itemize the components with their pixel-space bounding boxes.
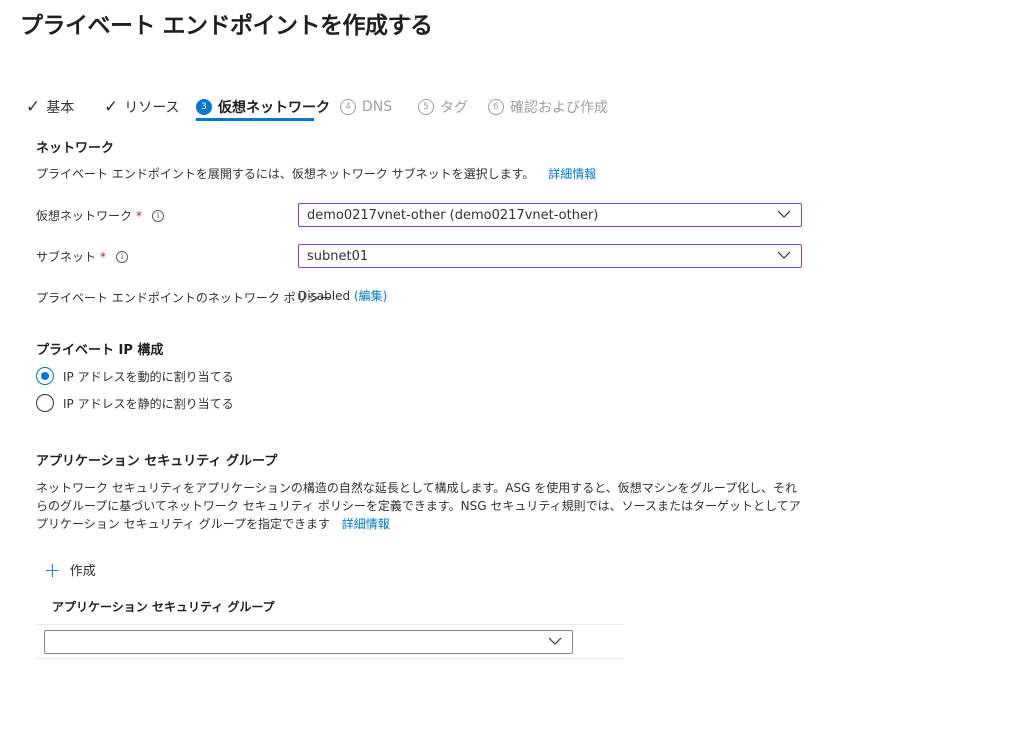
create-label: 作成 [69, 564, 96, 579]
step-number-badge: 6 [488, 99, 504, 115]
policy-value-text: Disabled [298, 289, 351, 303]
step-number-badge: 4 [340, 99, 356, 115]
radio-label: IP アドレスを動的に割り当てる [63, 369, 234, 384]
asg-select[interactable] [44, 630, 573, 654]
active-tab-indicator [196, 118, 314, 121]
tab-label: 基本 [46, 100, 75, 116]
tab-label: 仮想ネットワーク [218, 100, 330, 116]
asg-column-header: アプリケーション セキュリティ グループ [52, 600, 275, 614]
network-heading: ネットワーク [36, 141, 115, 156]
network-description: プライベート エンドポイントを展開するには、仮想ネットワーク サブネットを選択し… [36, 165, 596, 182]
required-marker: * [136, 208, 143, 223]
step-number-badge: 5 [418, 99, 434, 115]
subnet-select-value: subnet01 [307, 248, 369, 264]
tab-tags[interactable]: 5 タグ [418, 92, 468, 122]
asg-heading: アプリケーション セキュリティ グループ [36, 454, 278, 469]
subnet-select[interactable]: subnet01 [298, 244, 802, 268]
vnet-label-text: 仮想ネットワーク [36, 209, 133, 223]
radio-button[interactable] [36, 367, 54, 385]
vnet-select-value: demo0217vnet-other (demo0217vnet-other) [307, 207, 599, 223]
subnet-label-text: サブネット [36, 250, 97, 264]
vnet-label: 仮想ネットワーク * i [36, 207, 165, 224]
subnet-label: サブネット * i [36, 248, 129, 265]
radio-label: IP アドレスを静的に割り当てる [63, 396, 234, 411]
tab-basics[interactable]: ✓ 基本 [26, 92, 74, 122]
required-marker: * [100, 249, 107, 264]
checkmark-icon: ✓ [26, 97, 41, 117]
policy-edit-link[interactable]: (編集) [354, 289, 387, 303]
divider [36, 658, 624, 659]
asg-description-text: ネットワーク セキュリティをアプリケーションの構造の自然な延長として構成します。… [36, 481, 801, 531]
policy-label: プライベート エンドポイントのネットワーク ポリシー [36, 291, 332, 305]
checkmark-icon: ✓ [104, 97, 119, 117]
radio-button[interactable] [36, 394, 54, 412]
chevron-down-icon [548, 637, 562, 645]
info-icon[interactable]: i [116, 250, 129, 263]
create-asg-button[interactable]: + 作成 [44, 557, 96, 582]
radio-static-ip[interactable]: IP アドレスを静的に割り当てる [36, 394, 234, 412]
tab-label: DNS [362, 99, 393, 115]
more-options-button[interactable]: ··· [408, 12, 424, 28]
plus-icon: + [44, 557, 61, 582]
vnet-select[interactable]: demo0217vnet-other (demo0217vnet-other) [298, 203, 802, 227]
info-icon[interactable]: i [152, 209, 165, 222]
radio-dynamic-ip[interactable]: IP アドレスを動的に割り当てる [36, 367, 234, 385]
network-description-text: プライベート エンドポイントを展開するには、仮想ネットワーク サブネットを選択し… [36, 167, 535, 181]
chevron-down-icon [777, 251, 791, 259]
policy-value: Disabled (編集) [298, 287, 387, 304]
learn-more-link[interactable]: 詳細情報 [548, 167, 596, 181]
learn-more-link[interactable]: 詳細情報 [342, 517, 390, 531]
tab-review-create[interactable]: 6 確認および作成 [488, 92, 608, 122]
tab-label: タグ [440, 100, 468, 116]
step-number-badge: 3 [196, 99, 212, 115]
divider [36, 624, 624, 625]
tab-label: リソース [124, 100, 180, 116]
chevron-down-icon [777, 210, 791, 218]
private-ip-heading: プライベート IP 構成 [36, 343, 164, 358]
tab-resource[interactable]: ✓ リソース [104, 92, 180, 122]
asg-description: ネットワーク セキュリティをアプリケーションの構造の自然な延長として構成します。… [36, 479, 806, 533]
tab-label: 確認および作成 [510, 100, 608, 116]
tab-dns[interactable]: 4 DNS [340, 92, 392, 122]
page-title: プライベート エンドポイントを作成する [20, 13, 433, 39]
